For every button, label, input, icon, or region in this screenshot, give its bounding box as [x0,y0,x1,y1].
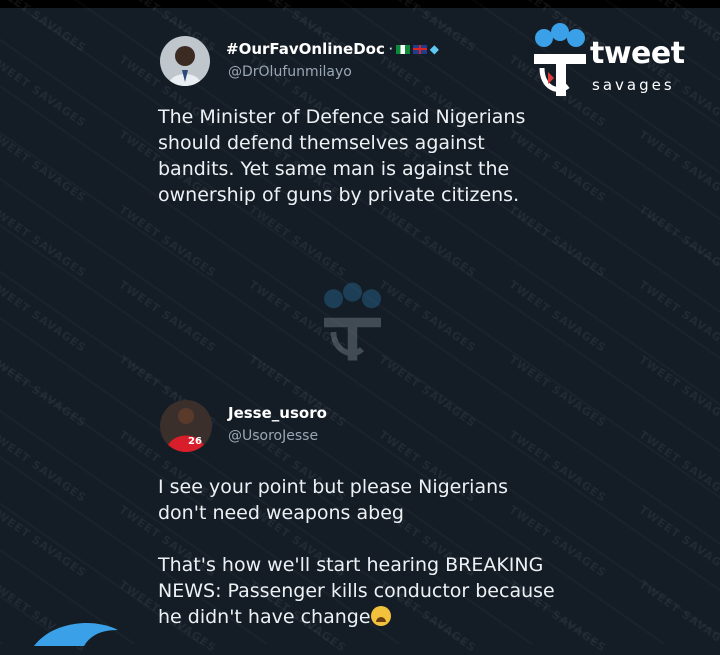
watermark-text: TWEET SAVAGES [0,0,89,55]
watermark-text: TWEET SAVAGES [0,53,89,130]
avatar[interactable] [160,36,210,86]
brand-subtitle: savages [592,76,675,94]
dot-icon: · [388,43,393,55]
watermark-text: TWEET SAVAGES [0,278,89,355]
watermark-text: TWEET SAVAGES [0,203,89,280]
watermark-text: TWEET SAVAGES [376,203,479,280]
handle[interactable]: @UsoroJesse [228,428,318,444]
jersey-number: 26 [188,436,202,447]
watermark-text: TWEET SAVAGES [116,278,219,355]
watermark-logo-icon [324,282,381,361]
watermark-text: TWEET SAVAGES [0,353,89,430]
twitter-bird-icon [34,623,118,646]
display-name-line: Jesse_usoro [228,404,327,422]
tweet-text-content: I see your point but please Nigerians do… [158,476,555,628]
tweet-text: I see your point but please Nigerians do… [158,474,658,630]
display-name[interactable]: Jesse_usoro [228,404,327,422]
avatar[interactable]: 26 [160,400,212,452]
watermark-text: TWEET SAVAGES [0,128,89,205]
handle[interactable]: @DrOlufunmilayo [228,64,352,80]
top-edge-bar [0,0,720,8]
profile-badges: · ◆ [389,42,439,56]
tweet-text: The Minister of Defence said Nigerians s… [158,106,526,206]
weary-face-emoji-icon [370,606,391,626]
tweet-savages-brand: tweet savages [528,22,698,102]
nigeria-flag-icon [395,44,410,54]
display-name-line: #OurFavOnlineDoc · ◆ [226,40,439,58]
brand-name: tweet [590,36,685,71]
watermark-text: TWEET SAVAGES [506,353,609,430]
watermark-text: TWEET SAVAGES [636,203,720,280]
watermark-text: TWEET SAVAGES [636,128,720,205]
display-name[interactable]: #OurFavOnlineDoc [226,40,385,58]
watermark-text: TWEET SAVAGES [506,278,609,355]
watermark-text: TWEET SAVAGES [506,203,609,280]
watermark-text: TWEET SAVAGES [636,278,720,355]
watermark-text: TWEET SAVAGES [0,503,89,580]
uk-flag-icon [412,44,427,54]
watermark-text: TWEET SAVAGES [0,428,89,505]
tweet-savages-logo-icon [534,23,586,96]
diamond-icon: ◆ [429,42,439,56]
watermark-text: TWEET SAVAGES [116,203,219,280]
watermark-text: TWEET SAVAGES [636,353,720,430]
watermark-text: TWEET SAVAGES [246,203,349,280]
